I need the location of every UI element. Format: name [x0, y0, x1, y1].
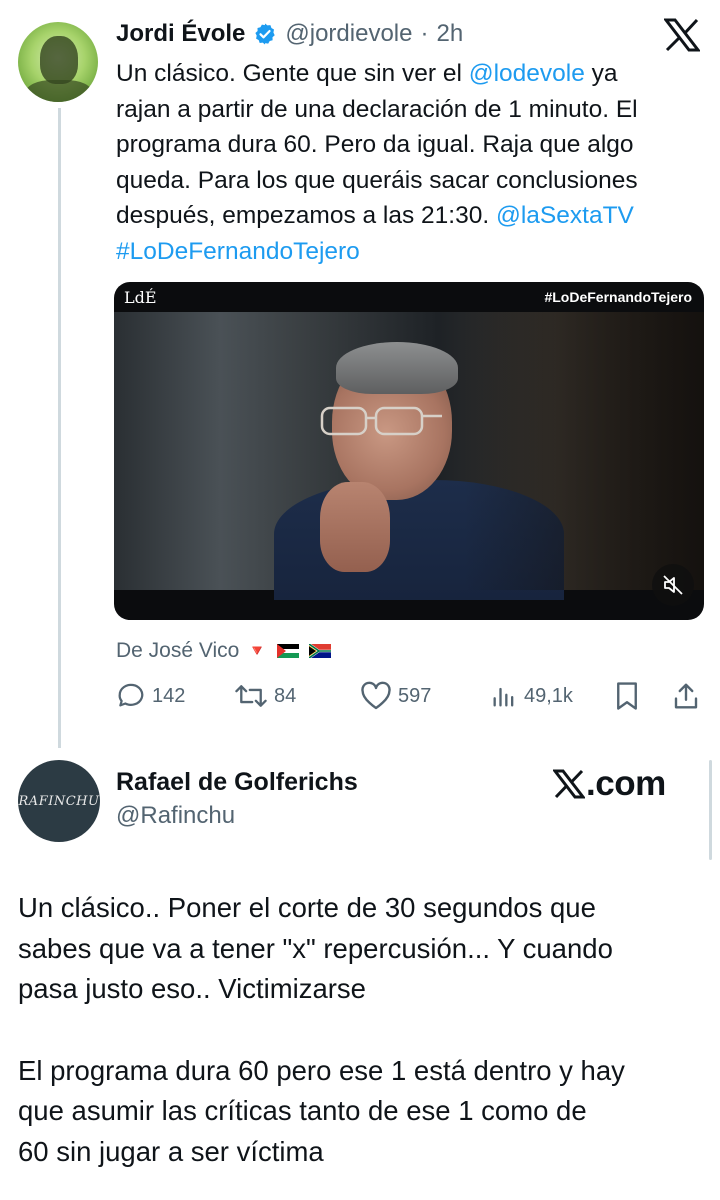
video-frame: [114, 312, 704, 600]
x-com-logo: .com: [553, 764, 666, 804]
brand-domain: .com: [586, 764, 666, 803]
avatar-wordmark: RAFINCHU: [18, 793, 100, 809]
timestamp[interactable]: 2h: [436, 20, 463, 48]
retweet-button[interactable]: 84: [234, 676, 296, 716]
views-button[interactable]: 49,1k: [490, 676, 573, 716]
verified-badge-icon: [253, 22, 277, 46]
mute-icon: [663, 575, 683, 595]
tweet-line: El programa dura 60 pero ese 1 está dent…: [18, 1054, 625, 1086]
like-button[interactable]: 597: [360, 676, 431, 716]
hashtag-link[interactable]: #LoDeFernandoTejero: [116, 234, 706, 270]
mute-button[interactable]: [652, 564, 694, 606]
views-count: 49,1k: [524, 684, 573, 707]
tweet-line: sabes que va a tener "x" repercusión... …: [18, 932, 613, 964]
retweet-count: 84: [274, 684, 297, 707]
mention-link[interactable]: @lodevole: [469, 60, 585, 87]
views-icon: [493, 687, 514, 707]
author-name[interactable]: Jordi Évole: [116, 20, 245, 48]
video-attribution: De José Vico 🔻: [116, 636, 332, 666]
scrollbar[interactable]: [709, 760, 712, 860]
tweet-actions: 142 84 597 49,1k: [116, 676, 706, 716]
share-button[interactable]: [672, 676, 700, 716]
video-hashtag: #LoDeFernandoTejero: [544, 289, 692, 305]
author-handle[interactable]: @jordievole: [285, 20, 412, 48]
separator-dot: ·: [420, 20, 429, 47]
like-icon: [361, 681, 391, 710]
tweet-text: Un clásico.. Poner el corte de 30 segund…: [18, 888, 708, 1172]
tweet-line: que asumir las críticas tanto de ese 1 c…: [18, 1095, 587, 1126]
author-name[interactable]: Rafael de Golferichs: [116, 768, 358, 797]
tweet-line: 60 sin jugar a ser víctima: [18, 1135, 324, 1167]
avatar[interactable]: [18, 22, 98, 102]
video-logo: LdÉ: [124, 288, 157, 307]
avatar[interactable]: RAFINCHU: [18, 760, 100, 842]
tweet-header: Jordi Évole @jordievole · 2h: [116, 18, 463, 50]
reply-button[interactable]: 142: [116, 676, 185, 716]
x-logo-icon: [662, 18, 702, 52]
flag-icon: [277, 644, 300, 658]
tweet-line: Un clásico.. Poner el corte de 30 segund…: [18, 892, 596, 923]
video-player[interactable]: LdÉ #LoDeFernandoTejero: [114, 282, 704, 620]
attribution-label: De José Vico: [116, 639, 240, 662]
tweet-line: pasa justo eso.. Victimizarse: [18, 973, 366, 1004]
reply-count: 142: [152, 684, 186, 707]
tweet-line: queda. Para los que queráis sacar conclu…: [116, 166, 638, 194]
share-icon: [674, 683, 698, 709]
tweet-line: programa dura 60. Pero da igual. Raja qu…: [116, 131, 634, 158]
flag-icon: [309, 644, 332, 658]
thread-line: [58, 108, 61, 748]
mention-link[interactable]: @laSextaTV: [496, 202, 634, 229]
tweet-line: Un clásico. Gente que sin ver el @lodevo…: [116, 60, 618, 87]
tweet-text: Un clásico. Gente que sin ver el @lodevo…: [116, 56, 706, 269]
tweet-line: después, empezamos a las 21:30. @laSexta…: [116, 202, 634, 229]
like-count: 597: [398, 684, 432, 707]
author-handle[interactable]: @Rafinchu: [116, 802, 235, 830]
attribution-emoji: 🔻: [247, 643, 268, 660]
bookmark-button[interactable]: [614, 676, 640, 716]
reply-icon: [118, 683, 144, 707]
tweet-line: rajan a partir de una declaración de 1 m…: [116, 95, 638, 123]
bookmark-icon: [617, 682, 637, 710]
x-logo-icon: [553, 769, 585, 799]
retweet-icon: [235, 685, 267, 707]
